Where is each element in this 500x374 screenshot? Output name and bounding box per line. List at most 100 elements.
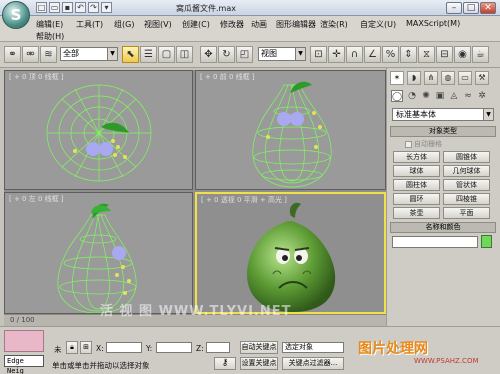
modify-icon[interactable]: ◗ [407, 71, 421, 85]
rotate-icon[interactable]: ↻ [218, 46, 235, 63]
link-icon[interactable]: ⚭ [4, 46, 21, 63]
menu-create[interactable]: 创建(C) [182, 19, 210, 30]
z-coordinate-field[interactable] [206, 342, 230, 353]
reference-coord-dropdown[interactable]: 视图 ▼ [258, 47, 306, 61]
render-icon[interactable]: ☕ [472, 46, 489, 63]
maximize-button[interactable]: □ [463, 2, 479, 14]
save-icon[interactable]: ▪ [62, 2, 73, 13]
window-crossing-icon[interactable]: ◫ [176, 46, 193, 63]
geometry-icon[interactable]: ◯ [391, 90, 403, 102]
pivot-icon[interactable]: ⊡ [310, 46, 327, 63]
redo-icon[interactable]: ↷ [88, 2, 99, 13]
systems-icon[interactable]: ✲ [476, 90, 488, 102]
select-by-name-icon[interactable]: ☰ [140, 46, 157, 63]
x-coordinate-field[interactable] [106, 342, 142, 353]
snap-3d-icon[interactable]: ∩ [346, 46, 363, 63]
set-key-button[interactable]: 设置关键点 [240, 357, 278, 370]
close-button[interactable]: ✕ [480, 2, 496, 14]
undo-icon[interactable]: ↶ [75, 2, 86, 13]
align-icon[interactable]: ⊟ [436, 46, 453, 63]
viewport-label[interactable]: [ + 0 左 0 线框 ] [9, 194, 64, 204]
3ds-max-logo[interactable]: S [2, 1, 30, 29]
lights-icon[interactable]: ✺ [420, 90, 432, 102]
menu-help[interactable]: 帮助(H) [36, 31, 64, 42]
menu-tools[interactable]: 工具(T) [76, 19, 103, 30]
viewport-left[interactable]: [ + 0 左 0 线框 ] [4, 192, 193, 314]
menu-maxscript[interactable]: MAXScript(M) [406, 19, 460, 28]
cylinder-button[interactable]: 圆柱体 [393, 179, 440, 191]
menu-bar: 编辑(E) 工具(T) 组(G) 视图(V) 创建(C) 修改器 动画 图形编辑… [0, 16, 500, 42]
menu-group[interactable]: 组(G) [114, 19, 134, 30]
viewport-perspective[interactable]: [ + 0 透视 0 平滑 + 高光 ] [195, 192, 386, 314]
rect-selection-icon[interactable]: ▢ [158, 46, 175, 63]
front-view-wireframe [252, 81, 332, 188]
time-slider-label: 0 / 100 [10, 316, 35, 324]
teapot-button[interactable]: 茶壶 [393, 207, 440, 219]
shapes-icon[interactable]: ◔ [406, 90, 418, 102]
geosphere-button[interactable]: 几何球体 [443, 165, 490, 177]
cone-button[interactable]: 圆锥体 [443, 151, 490, 163]
menu-edit[interactable]: 编辑(E) [36, 19, 63, 30]
material-editor-icon[interactable]: ◉ [454, 46, 471, 63]
plane-button[interactable]: 平面 [443, 207, 490, 219]
y-coordinate-field[interactable] [156, 342, 192, 353]
viewport-front[interactable]: [ + 0 前 0 线框 ] [195, 70, 386, 190]
maxscript-mini-listener[interactable]: Edge Neig [4, 355, 44, 374]
viewport-label[interactable]: [ + 0 顶 0 线框 ] [9, 72, 64, 82]
minimize-button[interactable]: – [446, 2, 462, 14]
quick-access-dropdown[interactable]: ▾ [101, 2, 112, 13]
object-color-swatch[interactable] [481, 235, 492, 248]
object-name-input[interactable] [392, 236, 478, 248]
viewport-top[interactable]: [ + 0 顶 0 线框 ] [4, 70, 193, 190]
title-bar: S □ ▭ ▪ ↶ ↷ ▾ 窝瓜酱文件.max – □ ✕ [0, 0, 500, 29]
lock-selection-icon[interactable]: 🔒︎ [66, 341, 78, 354]
cameras-icon[interactable]: ▣ [434, 90, 446, 102]
new-icon[interactable]: □ [36, 2, 47, 13]
maxscript-listener[interactable] [4, 330, 44, 352]
move-icon[interactable]: ✥ [200, 46, 217, 63]
percent-snap-icon[interactable]: % [382, 46, 399, 63]
space-warps-icon[interactable]: ≈ [462, 90, 474, 102]
selection-filter-dropdown[interactable]: 全部 ▼ [60, 47, 118, 61]
menu-animation[interactable]: 动画 [251, 19, 267, 30]
select-manipulate-icon[interactable]: ✛ [328, 46, 345, 63]
key-filters-button[interactable]: 关键点过滤器... [282, 357, 344, 370]
tube-button[interactable]: 管状体 [443, 179, 490, 191]
menu-rendering[interactable]: 渲染(R) [320, 19, 348, 30]
auto-grid-checkbox[interactable]: 自动栅格 [405, 139, 442, 149]
viewport-label[interactable]: [ + 0 透视 0 平滑 + 高光 ] [201, 195, 287, 205]
create-icon[interactable]: ✶ [390, 71, 404, 85]
main-toolbar: ⚭ ⚮ ≋ 全部 ▼ ⬉ ☰ ▢ ◫ ✥ ↻ ◰ 视图 ▼ ⊡ ✛ ∩ ∠ % … [0, 42, 500, 68]
display-icon[interactable]: ▭ [458, 71, 472, 85]
motion-icon[interactable]: ◍ [441, 71, 455, 85]
spinner-snap-icon[interactable]: ⇕ [400, 46, 417, 63]
scale-icon[interactable]: ◰ [236, 46, 253, 63]
helpers-icon[interactable]: ◬ [448, 90, 460, 102]
menu-views[interactable]: 视图(V) [144, 19, 172, 30]
name-color-rollout[interactable]: 名称和颜色 [390, 222, 496, 233]
auto-key-button[interactable]: 自动关键点 [240, 341, 278, 354]
object-type-rollout[interactable]: 对象类型 [390, 126, 496, 137]
utilities-icon[interactable]: ⚒ [475, 71, 489, 85]
selected-object-dropdown[interactable]: 选定对象 [282, 342, 344, 353]
hierarchy-icon[interactable]: ⋔ [424, 71, 438, 85]
unlink-icon[interactable]: ⚮ [22, 46, 39, 63]
z-label: Z: [196, 344, 204, 353]
open-icon[interactable]: ▭ [49, 2, 60, 13]
menu-graph-editors[interactable]: 图形编辑器 [276, 19, 316, 30]
category-dropdown[interactable]: 标准基本体 ▼ [392, 108, 494, 121]
menu-modifiers[interactable]: 修改器 [220, 19, 244, 30]
viewport-label[interactable]: [ + 0 前 0 线框 ] [200, 72, 255, 82]
select-object-icon[interactable]: ⬉ [122, 46, 139, 63]
box-button[interactable]: 长方体 [393, 151, 440, 163]
mirror-icon[interactable]: ⧖ [418, 46, 435, 63]
pyramid-button[interactable]: 四棱锥 [443, 193, 490, 205]
sphere-button[interactable]: 球体 [393, 165, 440, 177]
key-icon[interactable]: ⚷ [214, 357, 236, 370]
absolute-mode-icon[interactable]: ⊞ [80, 341, 92, 354]
menu-customize[interactable]: 自定义(U) [360, 19, 396, 30]
viewport-area: [ + 0 顶 0 线框 ] [ + 0 前 0 线框 ] [+ 0 左 0 … [4, 70, 386, 314]
bind-icon[interactable]: ≋ [40, 46, 57, 63]
torus-button[interactable]: 圆环 [393, 193, 440, 205]
angle-snap-icon[interactable]: ∠ [364, 46, 381, 63]
